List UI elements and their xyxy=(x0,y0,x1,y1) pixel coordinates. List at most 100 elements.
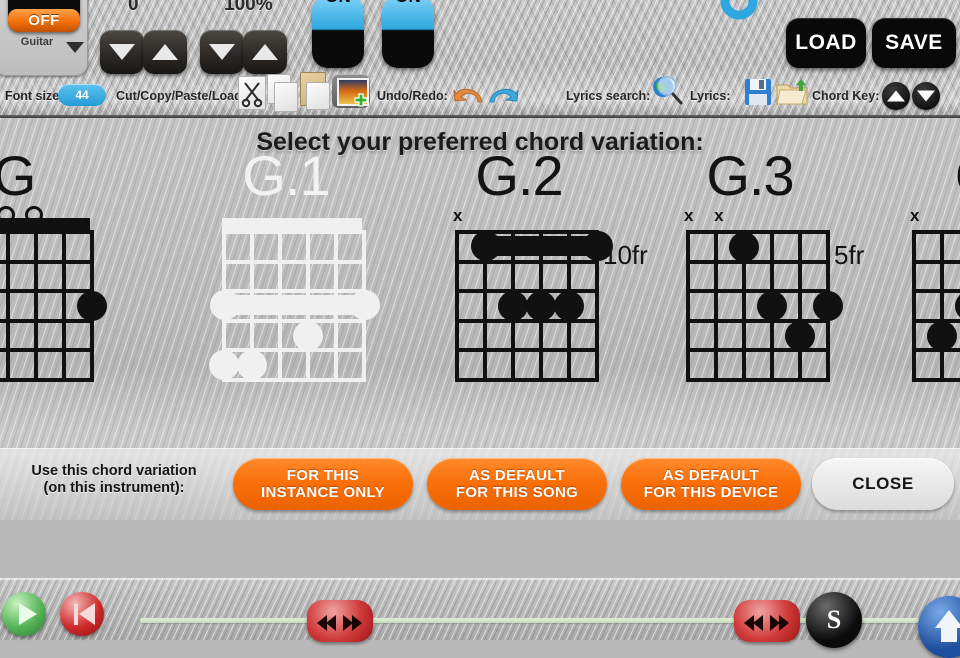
fret-line xyxy=(455,378,595,382)
for-this-instance-only-button[interactable]: FOR THIS INSTANCE ONLY xyxy=(233,458,413,510)
chord-name: G xyxy=(0,144,36,207)
load-button[interactable]: LOAD xyxy=(786,18,866,68)
chord-variation-4[interactable]: Gx xyxy=(910,148,960,418)
scrub-right-icon-2 xyxy=(352,615,362,631)
rewind-to-start-button[interactable] xyxy=(60,592,104,636)
instance-btn-line1: FOR THIS xyxy=(286,467,360,484)
song-btn-line1: AS DEFAULT xyxy=(468,467,566,484)
use-variation-label: Use this chord variation (on this instru… xyxy=(6,463,222,497)
as-default-for-this-song-button[interactable]: AS DEFAULT FOR THIS SONG xyxy=(427,458,607,510)
transpose-down-button[interactable] xyxy=(100,30,144,74)
fretboard-grid xyxy=(0,218,107,382)
device-btn-line1: AS DEFAULT xyxy=(662,467,760,484)
string-line xyxy=(34,230,38,382)
finger-dot xyxy=(293,320,323,351)
nut xyxy=(222,218,362,230)
chord-key-up-button[interactable] xyxy=(882,82,910,110)
fret-line xyxy=(912,230,960,234)
fret-line xyxy=(222,378,362,382)
switch-2-label: ON xyxy=(382,0,434,14)
string-line xyxy=(714,230,718,382)
fret-line xyxy=(222,259,362,264)
use-variation-label-line1: Use this chord variation xyxy=(31,463,197,479)
device-btn-line2: FOR THIS DEVICE xyxy=(643,484,779,501)
instrument-name-label[interactable]: Guitar xyxy=(8,36,66,48)
chord-variation-3[interactable]: G.3 x x 5fr xyxy=(684,148,916,418)
chevron-down-icon[interactable] xyxy=(66,42,84,53)
fret-line xyxy=(0,289,90,294)
fret-position-label: 5fr xyxy=(834,240,865,270)
chord-variation-2[interactable]: G.2 x 10fr xyxy=(453,148,685,418)
finger-dot xyxy=(554,291,584,321)
muted-strings-marker: x x xyxy=(684,206,732,225)
instance-btn-line2: INSTANCE ONLY xyxy=(261,484,385,501)
finger-dot xyxy=(237,350,267,381)
open-folder-icon[interactable] xyxy=(776,76,808,106)
switch-2-toggle[interactable]: ON xyxy=(382,0,434,68)
fretboard-grid xyxy=(209,218,380,382)
scissors-icon[interactable] xyxy=(238,76,266,110)
scrub-left-icon-2 xyxy=(326,615,336,631)
tempo-value: 100% xyxy=(224,0,273,15)
lyrics-search-label: Lyrics search: xyxy=(566,89,651,103)
undo-arrow-icon[interactable] xyxy=(452,80,486,106)
chord-key-down-button[interactable] xyxy=(912,82,940,110)
transpose-up-button[interactable] xyxy=(143,30,187,74)
chord-variation-dialog: Select your preferred chord variation: G… xyxy=(0,118,960,520)
floppy-disk-icon[interactable] xyxy=(744,78,772,106)
save-button[interactable]: SAVE xyxy=(872,18,956,68)
chord-variation-1[interactable]: G.1 xyxy=(209,144,452,418)
string-line xyxy=(912,230,916,382)
triangle-up-icon xyxy=(887,90,905,102)
barre xyxy=(222,295,366,315)
chord-name: G xyxy=(955,148,960,204)
close-button[interactable]: CLOSE xyxy=(812,458,954,510)
string-line xyxy=(6,230,10,382)
font-size-label: Font size: xyxy=(5,89,64,103)
triangle-up-icon xyxy=(252,44,278,60)
tempo-up-button[interactable] xyxy=(243,30,287,74)
fret-line xyxy=(912,289,960,294)
finger-dot xyxy=(757,291,787,321)
globe-search-icon[interactable] xyxy=(650,74,684,108)
fret-line xyxy=(912,378,960,382)
rewind-icon xyxy=(79,603,95,625)
finger-dot xyxy=(813,291,843,321)
add-image-icon[interactable] xyxy=(332,74,370,108)
chord-name: G.1 xyxy=(242,144,330,207)
triangle-down-icon xyxy=(109,44,135,60)
fret-line xyxy=(686,230,826,234)
triangle-down-icon xyxy=(917,90,935,102)
fretboard-grid xyxy=(912,230,960,382)
scrub-handle-2[interactable] xyxy=(734,600,800,642)
scrub-handle-1[interactable] xyxy=(307,600,373,642)
barre-end-dot xyxy=(210,290,240,320)
nut xyxy=(0,218,90,230)
triangle-down-icon xyxy=(209,44,235,60)
chord-key-label: Chord Key: xyxy=(812,89,880,103)
muted-strings-marker: x xyxy=(453,206,471,225)
barre-end-dot xyxy=(350,290,380,320)
font-size-value[interactable]: 44 xyxy=(58,84,106,106)
song-btn-line2: FOR THIS SONG xyxy=(455,484,579,501)
undo-redo-label: Undo/Redo: xyxy=(377,89,448,103)
finger-dot xyxy=(785,320,815,351)
redo-arrow-icon[interactable] xyxy=(486,80,520,106)
switch-1-toggle[interactable]: ON xyxy=(312,0,364,68)
g-logo-icon xyxy=(720,0,758,20)
fret-line xyxy=(686,378,826,382)
play-button[interactable] xyxy=(2,592,46,636)
instrument-power-toggle[interactable]: OFF xyxy=(8,0,80,32)
instrument-power-toggle-label: OFF xyxy=(8,9,80,32)
fret-line xyxy=(912,259,960,264)
fret-position-label: 10fr xyxy=(603,240,648,270)
dialog-action-bar: Use this chord variation (on this instru… xyxy=(0,448,960,520)
fret-line xyxy=(222,289,362,294)
fretboard-grid xyxy=(686,230,843,382)
tempo-down-button[interactable] xyxy=(200,30,244,74)
finger-dot xyxy=(526,291,556,321)
as-default-for-this-device-button[interactable]: AS DEFAULT FOR THIS DEVICE xyxy=(621,458,801,510)
transport-divider xyxy=(0,578,960,580)
string-line xyxy=(940,230,944,382)
chord-variation-0[interactable]: G xyxy=(0,148,180,418)
